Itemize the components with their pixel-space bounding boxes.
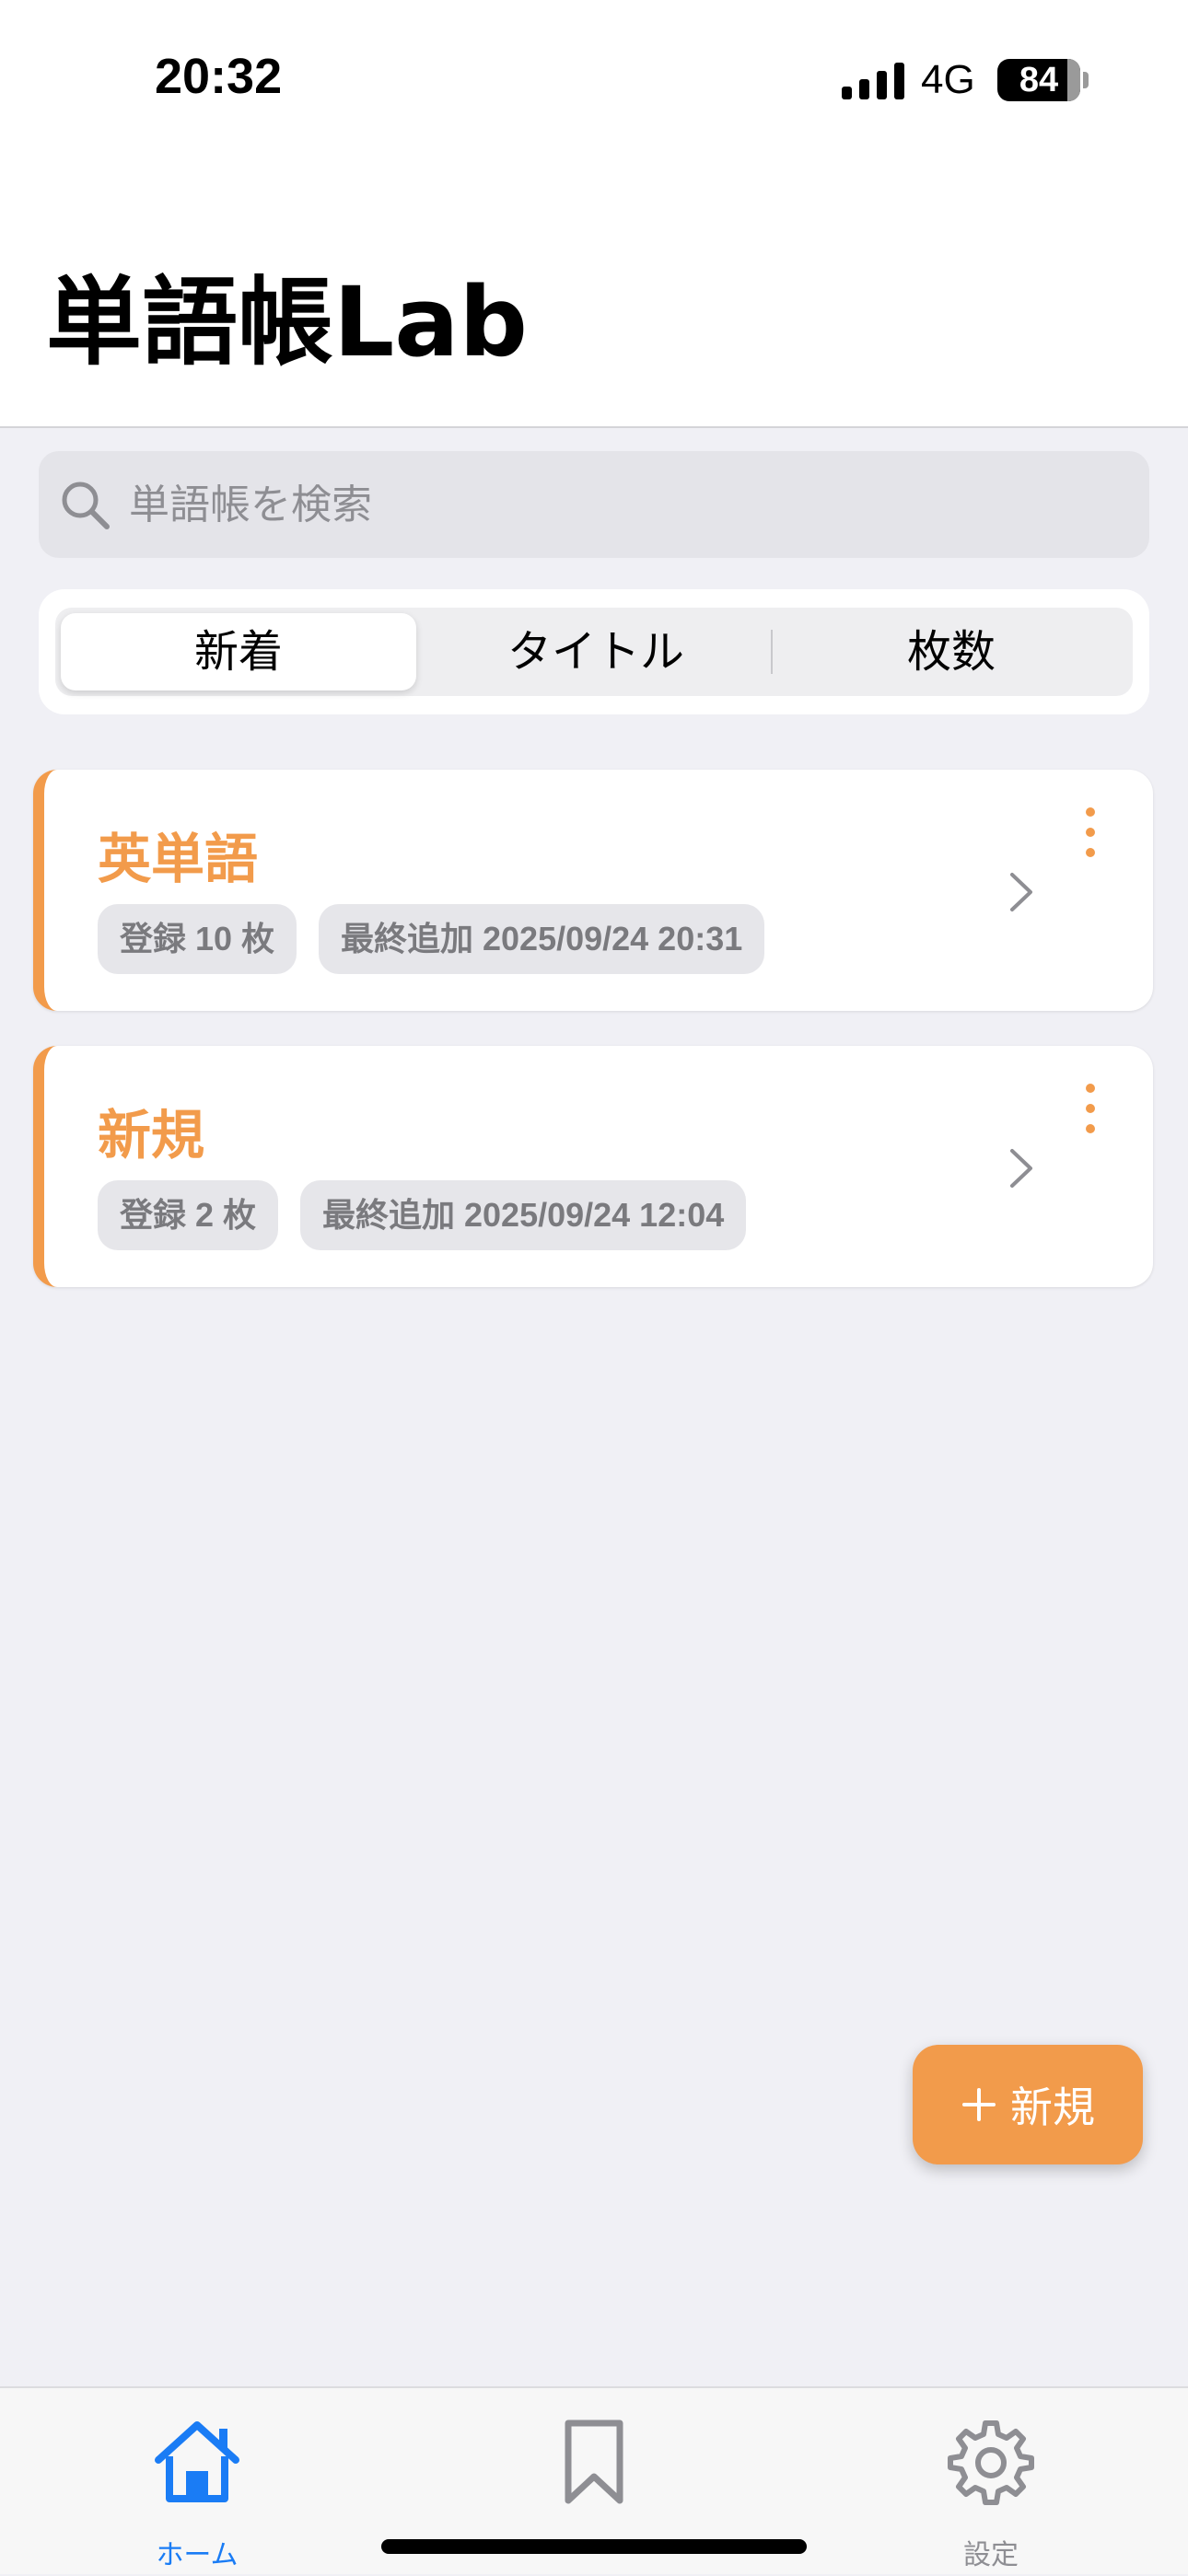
plus-icon: [962, 2088, 996, 2121]
sort-option-count[interactable]: 枚数: [775, 608, 1127, 696]
sort-option-newest[interactable]: 新着: [61, 613, 416, 690]
deck-title: 英単語: [98, 828, 259, 890]
chevron-right-icon: [1010, 1149, 1032, 1188]
tab-home-label: ホーム: [156, 2539, 239, 2571]
sort-segmented-control: 新着 タイトル 枚数: [39, 589, 1149, 714]
deck-last-added-chip: 最終追加 2025/09/24 12:04: [300, 1180, 747, 1250]
deck-title: 新規: [98, 1104, 205, 1166]
battery-icon: 84: [997, 59, 1080, 101]
deck-card[interactable]: 新規 登録 2 枚 最終追加 2025/09/24 12:04: [33, 1046, 1153, 1287]
tab-home[interactable]: ホーム: [59, 2388, 335, 2576]
gear-icon: [948, 2420, 1034, 2505]
home-indicator: [381, 2539, 807, 2554]
sort-option-title[interactable]: タイトル: [422, 608, 770, 696]
network-label: 4G: [921, 57, 975, 102]
signal-icon: [842, 63, 904, 99]
new-deck-button[interactable]: 新規: [913, 2045, 1143, 2164]
search-input[interactable]: [127, 451, 1122, 558]
deck-count-chip: 登録 2 枚: [98, 1180, 279, 1250]
search-icon: [62, 482, 110, 529]
status-bar: 20:32 4G 84: [0, 0, 1188, 157]
home-icon: [155, 2421, 239, 2502]
battery-level: 84: [1019, 61, 1059, 99]
deck-last-added-chip: 最終追加 2025/09/24 20:31: [319, 904, 765, 974]
battery-cap: [1083, 72, 1089, 88]
more-options-icon[interactable]: [1085, 806, 1096, 858]
new-deck-label: 新規: [1010, 2083, 1095, 2132]
segment-divider: [771, 630, 773, 674]
chevron-right-icon: [1010, 873, 1032, 911]
segment-track: 新着 タイトル 枚数: [55, 608, 1133, 696]
navigation-header: 単語帳Lab: [0, 157, 1188, 428]
bookmark-icon: [565, 2419, 623, 2504]
deck-card[interactable]: 英単語 登録 10 枚 最終追加 2025/09/24 20:31: [33, 770, 1153, 1011]
page-title: 単語帳Lab: [46, 266, 528, 378]
status-time: 20:32: [155, 49, 283, 104]
deck-count-chip: 登録 10 枚: [98, 904, 297, 974]
more-options-icon[interactable]: [1085, 1083, 1096, 1134]
tab-settings[interactable]: 設定: [853, 2388, 1129, 2576]
tab-settings-label: 設定: [963, 2539, 1019, 2571]
search-bar[interactable]: [39, 451, 1149, 558]
